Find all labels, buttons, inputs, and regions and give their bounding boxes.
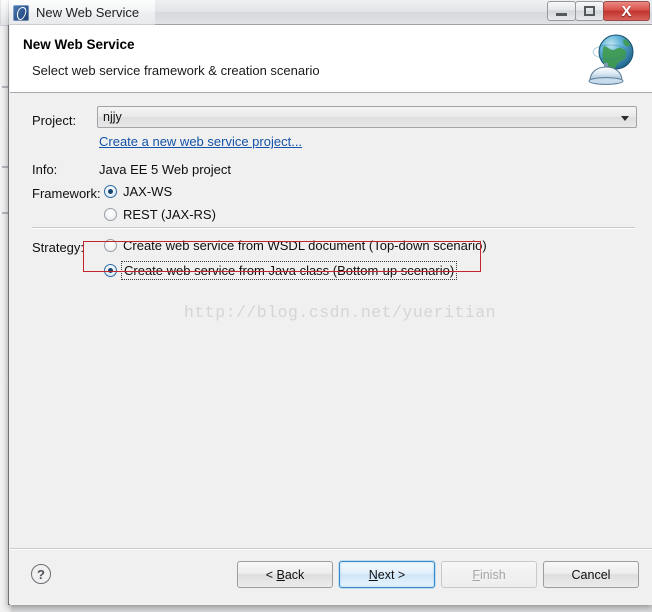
strategy-label: Strategy:: [32, 240, 85, 255]
page-subtitle: Select web service framework & creation …: [32, 63, 320, 78]
dialog-button-row: < Back Next > Finish Cancel: [237, 561, 639, 588]
minimize-button[interactable]: [547, 1, 576, 21]
framework-label: Framework:: [32, 186, 101, 201]
project-combobox-value: njjy: [103, 110, 122, 124]
maximize-icon: [584, 6, 595, 16]
back-button[interactable]: < Back: [237, 561, 333, 588]
info-value: Java EE 5 Web project: [99, 162, 231, 177]
dialog-titlebar[interactable]: New Web Service X: [1, 0, 652, 25]
close-button[interactable]: X: [603, 1, 650, 21]
back-button-label: < Back: [265, 567, 305, 582]
page-title: New Web Service: [23, 37, 135, 52]
new-web-service-dialog: New Web Service X New Web Service Select…: [1, 0, 652, 605]
next-button[interactable]: Next >: [339, 561, 435, 588]
titlebar-title-group: New Web Service: [1, 0, 156, 25]
cancel-button[interactable]: Cancel: [543, 561, 639, 588]
radio-icon-selected: [104, 185, 117, 198]
watermark-text: http://blog.csdn.net/yueritian: [184, 303, 497, 322]
finish-button-label: Finish: [472, 567, 506, 582]
dialog-footer: ? < Back Next > Finish Cancel: [10, 548, 652, 605]
info-label: Info:: [32, 162, 58, 177]
strategy-option-top-down[interactable]: Create web service from WSDL document (T…: [104, 238, 487, 253]
minimize-icon: [556, 12, 567, 16]
strategy-option-label: Create web service from WSDL document (T…: [123, 238, 487, 253]
radio-icon-selected: [104, 264, 117, 277]
dialog-header: New Web Service Select web service frame…: [10, 25, 652, 93]
help-button[interactable]: ?: [31, 564, 51, 584]
framework-option-restjaxrs[interactable]: REST (JAX-RS): [104, 207, 216, 222]
maximize-button[interactable]: [575, 1, 604, 21]
radio-icon-unselected: [104, 239, 117, 252]
create-web-service-project-link[interactable]: Create a new web service project...: [99, 134, 302, 149]
finish-button: Finish: [441, 561, 537, 588]
next-button-label: Next >: [368, 567, 406, 582]
close-icon: X: [621, 2, 632, 20]
radio-icon-unselected: [104, 208, 117, 221]
window-title: New Web Service: [36, 5, 140, 20]
globe-web-service-icon: [588, 34, 634, 85]
dialog-body: Project: njjy Create a new web service p…: [10, 93, 652, 548]
web-service-app-icon: [13, 4, 29, 21]
cancel-button-label: Cancel: [571, 567, 611, 582]
window-controls: X: [547, 1, 650, 21]
section-divider: [32, 227, 635, 229]
project-combobox[interactable]: njjy: [97, 106, 637, 128]
framework-option-label: JAX-WS: [123, 184, 173, 199]
framework-option-label: REST (JAX-RS): [123, 207, 216, 222]
chevron-down-icon: [621, 116, 629, 121]
framework-option-jaxws[interactable]: JAX-WS: [104, 184, 172, 199]
strategy-option-label: Create web service from Java class (Bott…: [120, 261, 458, 280]
project-label: Project:: [32, 113, 77, 128]
strategy-option-bottom-up[interactable]: Create web service from Java class (Bott…: [104, 261, 458, 280]
